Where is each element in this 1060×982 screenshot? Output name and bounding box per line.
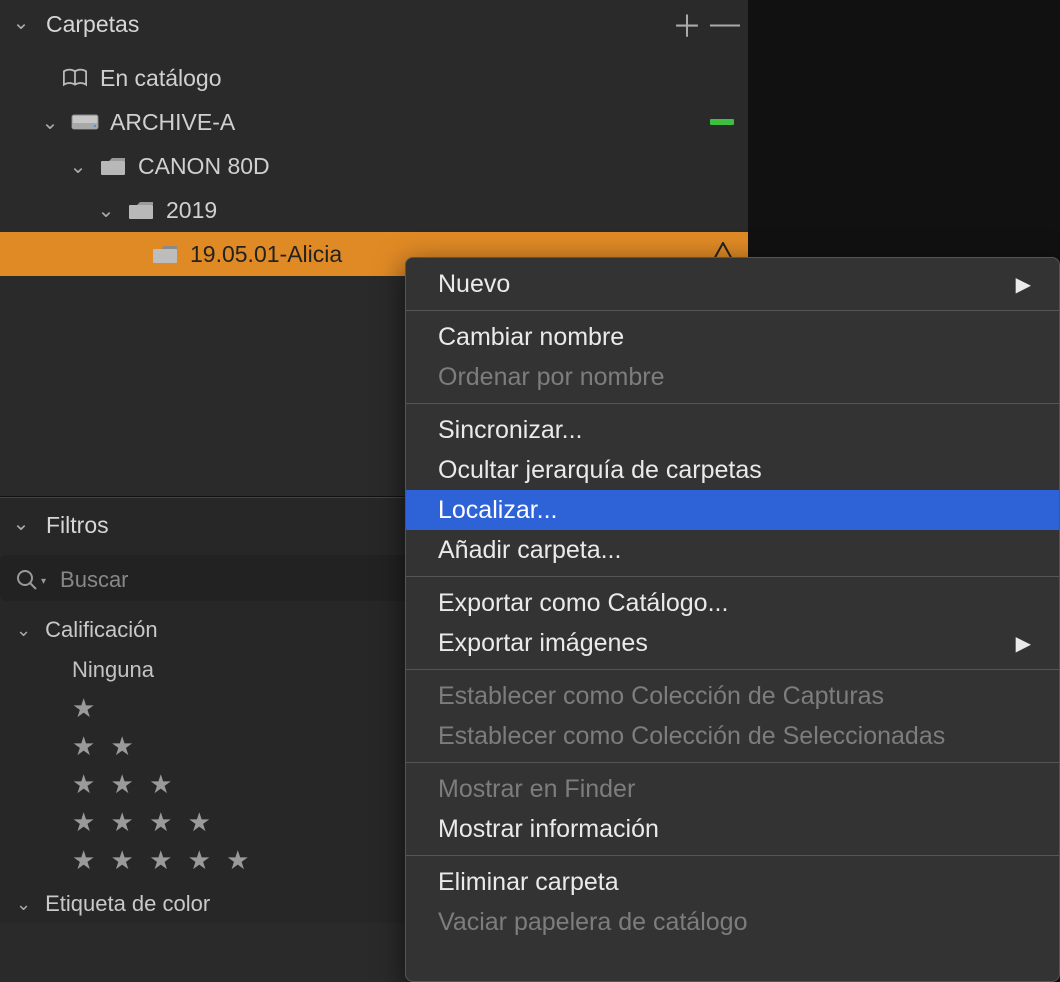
search-icon[interactable]: ▾ [16, 569, 46, 591]
menu-item-label: Nuevo [438, 270, 510, 299]
menu-item-label: Sincronizar... [438, 416, 583, 445]
tree-item-canon-80d[interactable]: ⌄ CANON 80D [0, 144, 748, 188]
context-menu: Nuevo ▶ Cambiar nombre Ordenar por nombr… [405, 257, 1060, 982]
book-icon [60, 65, 90, 91]
menu-item-exportar-imagenes[interactable]: Exportar imágenes ▶ [406, 623, 1059, 663]
menu-item-label: Ocultar jerarquía de carpetas [438, 456, 762, 485]
tree-item-archive-a[interactable]: ⌄ ARCHIVE-A [0, 100, 748, 144]
carpetas-title: Carpetas [46, 11, 139, 38]
menu-item-label: Exportar imágenes [438, 629, 648, 658]
menu-item-establecer-seleccionadas: Establecer como Colección de Seleccionad… [406, 716, 1059, 756]
submenu-arrow-icon: ▶ [1016, 631, 1031, 656]
folder-icon [98, 153, 128, 179]
menu-separator [406, 855, 1059, 856]
plus-icon[interactable]: ＋ [672, 2, 694, 46]
menu-item-label: Establecer como Colección de Capturas [438, 682, 884, 711]
tree-item-catalog[interactable]: En catálogo [0, 56, 748, 100]
menu-separator [406, 669, 1059, 670]
menu-item-mostrar-informacion[interactable]: Mostrar información [406, 809, 1059, 849]
menu-separator [406, 576, 1059, 577]
folder-tree: En catálogo ⌄ ARCHIVE-A ⌄ [0, 56, 748, 276]
submenu-arrow-icon: ▶ [1016, 272, 1031, 297]
color-tag-label: Etiqueta de color [45, 891, 210, 917]
menu-item-label: Cambiar nombre [438, 323, 624, 352]
chevron-down-icon[interactable]: ⌄ [12, 511, 30, 536]
menu-item-localizar[interactable]: Localizar... [406, 490, 1059, 530]
carpetas-header[interactable]: ⌄ Carpetas ＋ — [0, 0, 748, 56]
folder-icon [126, 197, 156, 223]
menu-item-establecer-capturas: Establecer como Colección de Capturas [406, 676, 1059, 716]
minus-icon[interactable]: — [710, 7, 732, 41]
menu-item-sincronizar[interactable]: Sincronizar... [406, 410, 1059, 450]
menu-item-label: Localizar... [438, 496, 558, 525]
menu-item-label: Mostrar en Finder [438, 775, 635, 804]
tree-item-label: En catálogo [100, 65, 221, 92]
menu-item-cambiar-nombre[interactable]: Cambiar nombre [406, 317, 1059, 357]
drive-icon [70, 109, 100, 135]
menu-item-anadir-carpeta[interactable]: Añadir carpeta... [406, 530, 1059, 570]
menu-item-label: Establecer como Colección de Seleccionad… [438, 722, 945, 751]
chevron-down-icon[interactable]: ⌄ [16, 894, 31, 915]
menu-item-label: Exportar como Catálogo... [438, 589, 728, 618]
carpetas-header-right: ＋ — [672, 2, 736, 46]
menu-separator [406, 310, 1059, 311]
menu-separator [406, 403, 1059, 404]
menu-item-mostrar-finder: Mostrar en Finder [406, 769, 1059, 809]
chevron-down-icon[interactable]: ⌄ [68, 154, 88, 179]
carpetas-header-left: ⌄ Carpetas [12, 11, 139, 38]
menu-item-ocultar-jerarquia[interactable]: Ocultar jerarquía de carpetas [406, 450, 1059, 490]
folder-icon [150, 241, 180, 267]
tree-item-2019[interactable]: ⌄ 2019 [0, 188, 748, 232]
menu-item-label: Eliminar carpeta [438, 868, 619, 897]
tree-item-label: 2019 [166, 197, 217, 224]
menu-item-ordenar-por-nombre: Ordenar por nombre [406, 357, 1059, 397]
menu-item-label: Añadir carpeta... [438, 536, 621, 565]
menu-item-label: Vaciar papelera de catálogo [438, 908, 747, 937]
rating-none-label: Ninguna [72, 657, 154, 683]
menu-item-eliminar-carpeta[interactable]: Eliminar carpeta [406, 862, 1059, 902]
chevron-down-icon[interactable]: ⌄ [16, 620, 31, 641]
tree-item-label: ARCHIVE-A [110, 109, 235, 136]
filtros-title: Filtros [46, 512, 109, 539]
tree-item-label: 19.05.01-Alicia [190, 241, 342, 268]
menu-item-label: Ordenar por nombre [438, 363, 665, 392]
status-indicator-green [710, 119, 734, 125]
menu-item-label: Mostrar información [438, 815, 659, 844]
chevron-down-icon: ▾ [41, 576, 46, 587]
chevron-down-icon[interactable]: ⌄ [12, 10, 30, 35]
menu-item-vaciar-papelera: Vaciar papelera de catálogo [406, 902, 1059, 942]
menu-separator [406, 762, 1059, 763]
rating-header-label: Calificación [45, 617, 158, 643]
filtros-header-left: ⌄ Filtros [12, 512, 109, 539]
chevron-down-icon[interactable]: ⌄ [96, 198, 116, 223]
chevron-down-icon[interactable]: ⌄ [40, 110, 60, 135]
menu-item-nuevo[interactable]: Nuevo ▶ [406, 264, 1059, 304]
menu-item-exportar-catalogo[interactable]: Exportar como Catálogo... [406, 583, 1059, 623]
tree-item-label: CANON 80D [138, 153, 270, 180]
